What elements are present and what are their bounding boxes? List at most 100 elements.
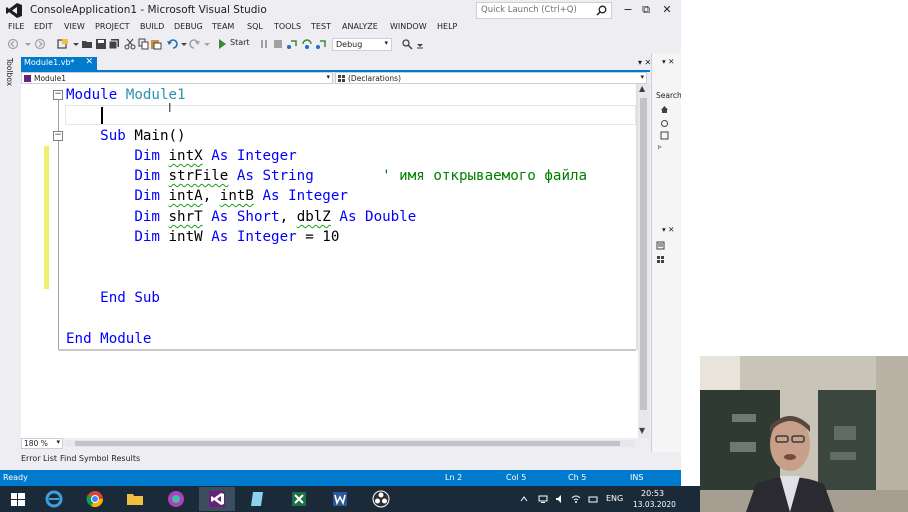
code-line-6: Dim intA, intB As Integer [66, 186, 348, 206]
menu-view[interactable]: VIEW [64, 22, 85, 31]
step-out-icon[interactable] [315, 38, 327, 50]
taskbar-chrome[interactable] [77, 487, 113, 511]
undo-icon[interactable] [166, 38, 178, 50]
forward-icon[interactable] [34, 38, 46, 50]
document-tab-module1[interactable]: Module1.vb* ✕ [21, 57, 97, 70]
pane-controls[interactable]: ▾ ✕ [662, 57, 674, 66]
taskbar-notepad[interactable] [240, 487, 276, 511]
tab-well-controls[interactable]: ▾ ✕ [638, 58, 651, 67]
start-debugging-button[interactable]: Start [219, 38, 253, 50]
taskbar-photos[interactable] [158, 487, 194, 511]
new-project-icon[interactable] [57, 38, 69, 50]
minimize-button[interactable]: − [620, 3, 636, 17]
menu-test[interactable]: TEST [311, 22, 331, 31]
menu-file[interactable]: FILE [8, 22, 24, 31]
type-name: Integer [236, 148, 297, 164]
language-keyboard-icon[interactable] [588, 494, 598, 504]
variable-name: dblZ [296, 209, 331, 225]
volume-icon[interactable] [555, 494, 565, 504]
network-icon[interactable] [538, 494, 548, 504]
menu-window[interactable]: WINDOW [390, 22, 427, 31]
wifi-icon[interactable] [571, 494, 581, 504]
dropdown-chevron-icon[interactable] [201, 38, 213, 50]
menu-bar: FILE EDIT VIEW PROJECT BUILD DEBUG TEAM … [0, 21, 681, 36]
menu-team[interactable]: TEAM [212, 22, 234, 31]
status-line: Ln 2 [445, 473, 463, 482]
input-language[interactable]: ENG [606, 494, 623, 503]
collapse-sub-icon[interactable]: − [53, 131, 63, 141]
restore-button[interactable]: ⧉ [638, 3, 654, 17]
code-editor[interactable]: − − I Module Module1 Sub Main() Dim intX… [21, 84, 638, 438]
scroll-up-icon[interactable]: ▲ [639, 84, 645, 93]
menu-edit[interactable]: EDIT [34, 22, 52, 31]
cut-icon[interactable] [124, 38, 136, 50]
play-icon [219, 39, 226, 49]
menu-tools[interactable]: TOOLS [274, 22, 301, 31]
folder-icon [127, 494, 143, 505]
zoom-value: 180 % [24, 439, 48, 448]
expand-arrow-icon[interactable]: ▹ [658, 142, 662, 151]
menu-analyze[interactable]: ANALYZE [342, 22, 378, 31]
tab-find-symbol-results[interactable]: Find Symbol Results [60, 454, 140, 463]
vertical-scrollbar[interactable]: ▲ ▼ [638, 84, 650, 438]
chevron-up-icon[interactable] [520, 495, 528, 503]
menu-debug[interactable]: DEBUG [174, 22, 203, 31]
members-dropdown[interactable]: (Declarations) ▾ [335, 72, 647, 84]
scroll-down-icon[interactable]: ▼ [639, 426, 645, 435]
taskbar-file-explorer[interactable] [117, 487, 153, 511]
keyword-dim: Dim [134, 209, 160, 225]
menu-help[interactable]: HELP [437, 22, 457, 31]
horizontal-scroll-thumb[interactable] [75, 441, 620, 446]
save-icon[interactable] [95, 38, 107, 50]
refresh-icon[interactable] [660, 119, 669, 128]
home-icon[interactable] [660, 105, 669, 114]
menu-project[interactable]: PROJECT [95, 22, 130, 31]
save-all-icon[interactable] [108, 38, 120, 50]
chevron-down-icon: ▾ [384, 39, 388, 47]
copy-icon[interactable] [138, 38, 150, 50]
pause-icon[interactable] [258, 38, 270, 50]
members-dropdown-value: (Declarations) [348, 74, 401, 83]
redo-icon[interactable] [189, 38, 201, 50]
toolbar-overflow-icon[interactable] [414, 38, 426, 50]
close-tab-icon[interactable]: ✕ [85, 57, 93, 67]
collapse-module-icon[interactable]: − [53, 90, 63, 100]
taskbar-visual-studio[interactable] [199, 487, 235, 511]
open-file-icon[interactable] [81, 38, 93, 50]
grid-icon[interactable] [656, 255, 665, 264]
close-window-button[interactable]: ✕ [659, 3, 675, 17]
taskbar-word[interactable] [322, 487, 358, 511]
variable-name: shrT [168, 209, 203, 225]
menu-sql[interactable]: SQL [247, 22, 263, 31]
menu-build[interactable]: BUILD [140, 22, 164, 31]
horizontal-scrollbar[interactable] [65, 440, 635, 447]
properties-icon[interactable] [656, 241, 665, 250]
step-over-icon[interactable] [301, 38, 313, 50]
quick-launch-input[interactable]: Quick Launch (Ctrl+Q) [476, 2, 612, 19]
vertical-scroll-thumb[interactable] [640, 98, 647, 410]
paste-icon[interactable] [150, 38, 162, 50]
status-bar: Ready Ln 2 Col 5 Ch 5 INS [0, 470, 681, 486]
types-dropdown[interactable]: Module1 ▾ [21, 72, 333, 84]
collapse-all-icon[interactable] [660, 131, 669, 140]
toolbox-tab[interactable]: Toolbox [4, 58, 14, 98]
webcam-video-overlay [700, 356, 908, 512]
clock-time[interactable]: 20:53 [641, 489, 664, 498]
code-line-4: Dim intX As Integer [66, 146, 297, 166]
start-menu-button[interactable] [0, 487, 36, 511]
find-in-files-icon[interactable] [401, 38, 413, 50]
taskbar-obs[interactable] [363, 487, 399, 511]
keyword-as: As [339, 209, 357, 225]
dropdown-chevron-icon[interactable] [22, 38, 34, 50]
search-solution-explorer[interactable]: Search [656, 91, 682, 100]
pane-controls[interactable]: ▾ ✕ [662, 225, 674, 234]
stop-icon[interactable] [272, 38, 284, 50]
back-icon[interactable] [7, 38, 19, 50]
taskbar-internet-explorer[interactable] [36, 487, 72, 511]
zoom-select[interactable]: 180 % ▾ [21, 438, 63, 449]
step-into-icon[interactable] [286, 38, 298, 50]
tab-error-list[interactable]: Error List [21, 454, 57, 463]
clock-date[interactable]: 13.03.2020 [633, 500, 676, 509]
taskbar-excel[interactable] [281, 487, 317, 511]
solution-configuration-select[interactable]: Debug ▾ [332, 38, 392, 51]
